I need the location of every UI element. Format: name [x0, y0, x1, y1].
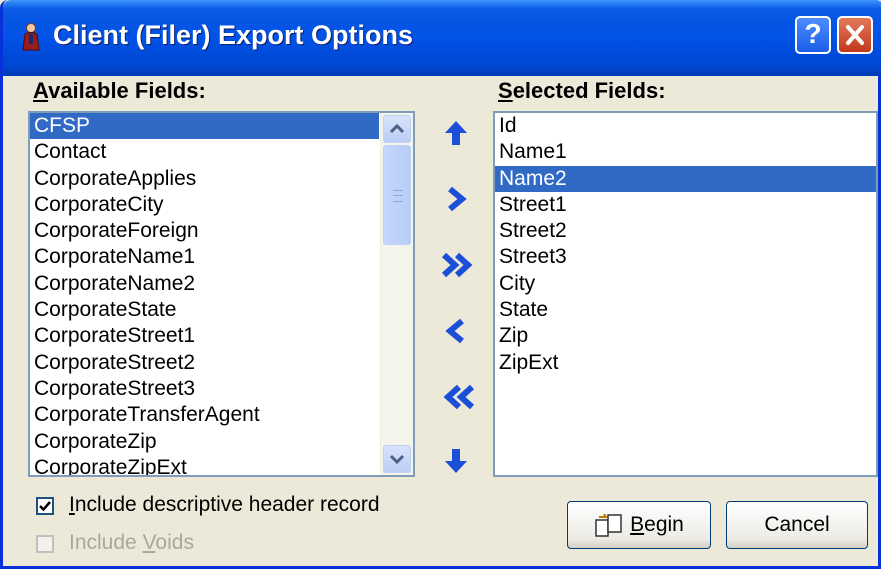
- selected-field-item[interactable]: State: [495, 297, 876, 323]
- selected-field-item[interactable]: Name1: [495, 139, 876, 165]
- chevron-up-icon: [389, 123, 405, 134]
- selected-fields-list[interactable]: Id Name1 Name2 Street1 Street2 Street3 City Sta…: [493, 111, 878, 477]
- begin-button[interactable]: Begin: [567, 501, 711, 549]
- available-field-item[interactable]: CorporateApplies: [30, 166, 379, 192]
- include-voids-label: Include Voids: [69, 531, 194, 554]
- available-field-item[interactable]: Contact: [30, 139, 379, 165]
- arrow-down-icon: [445, 449, 467, 473]
- close-button[interactable]: [837, 16, 873, 54]
- available-field-item[interactable]: CorporateTransferAgent: [30, 402, 379, 428]
- add-button[interactable]: [441, 184, 471, 214]
- add-all-button[interactable]: [441, 250, 473, 280]
- available-field-item[interactable]: CorporateState: [30, 297, 379, 323]
- export-options-dialog: Client (Filer) Export Options ? Availabl…: [0, 0, 881, 569]
- scroll-thumb[interactable]: [383, 145, 411, 245]
- chevron-right-icon: [448, 186, 467, 212]
- selected-field-item[interactable]: ZipExt: [495, 350, 876, 376]
- chevron-left-icon: [445, 318, 464, 344]
- window-title: Client (Filer) Export Options: [53, 20, 414, 50]
- available-fields-list[interactable]: CFSP Contact CorporateApplies CorporateCity…: [28, 111, 415, 477]
- available-fields-label: Available Fields:: [33, 78, 206, 103]
- available-field-item[interactable]: CorporateZip: [30, 429, 379, 455]
- selected-field-item[interactable]: Street3: [495, 244, 876, 270]
- include-header-label[interactable]: Include descriptive header record: [69, 493, 380, 517]
- move-up-button[interactable]: [441, 118, 471, 148]
- selected-field-item[interactable]: City: [495, 271, 876, 297]
- chevron-down-icon: [389, 454, 405, 465]
- double-chevron-right-icon: [441, 252, 473, 278]
- include-voids-checkbox: [36, 535, 54, 553]
- available-field-item[interactable]: CorporateStreet3: [30, 376, 379, 402]
- selected-field-item[interactable]: Name2: [495, 165, 876, 192]
- title-bar[interactable]: Client (Filer) Export Options ?: [3, 0, 881, 76]
- arrow-up-icon: [445, 121, 467, 145]
- selected-field-item[interactable]: Zip: [495, 323, 876, 349]
- export-file-icon: [595, 513, 622, 538]
- selected-field-item[interactable]: Street2: [495, 218, 876, 244]
- checkmark-icon: [39, 501, 51, 512]
- available-field-item[interactable]: CorporateStreet2: [30, 350, 379, 376]
- cancel-button[interactable]: Cancel: [726, 501, 868, 549]
- available-fields-items: CFSP Contact CorporateApplies CorporateCity…: [30, 113, 413, 475]
- available-field-item[interactable]: CFSP: [30, 113, 379, 140]
- selected-field-item[interactable]: Street1: [495, 192, 876, 218]
- help-button[interactable]: ?: [795, 16, 831, 54]
- available-field-item[interactable]: CorporateForeign: [30, 218, 379, 244]
- move-down-button[interactable]: [441, 446, 471, 476]
- remove-all-button[interactable]: [441, 382, 475, 412]
- remove-button[interactable]: [441, 316, 471, 346]
- available-field-item[interactable]: CorporateStreet1: [30, 323, 379, 349]
- selected-fields-items: Id Name1 Name2 Street1 Street2 Street3 City Sta…: [495, 113, 876, 376]
- close-icon: [846, 25, 864, 45]
- scroll-down-button[interactable]: [383, 445, 411, 473]
- app-icon: [22, 23, 40, 51]
- available-field-item[interactable]: CorporateCity: [30, 192, 379, 218]
- available-field-item[interactable]: CorporateName1: [30, 244, 379, 270]
- selected-fields-label: Selected Fields:: [498, 78, 666, 103]
- scroll-up-button[interactable]: [383, 115, 411, 143]
- selected-field-item[interactable]: Id: [495, 113, 876, 139]
- double-chevron-left-icon: [443, 384, 475, 410]
- available-field-item[interactable]: CorporateZipExt: [30, 455, 379, 475]
- include-header-checkbox[interactable]: [36, 497, 54, 515]
- available-fields-scrollbar[interactable]: [380, 113, 413, 475]
- grip-icon: [393, 190, 403, 202]
- available-field-item[interactable]: CorporateName2: [30, 271, 379, 297]
